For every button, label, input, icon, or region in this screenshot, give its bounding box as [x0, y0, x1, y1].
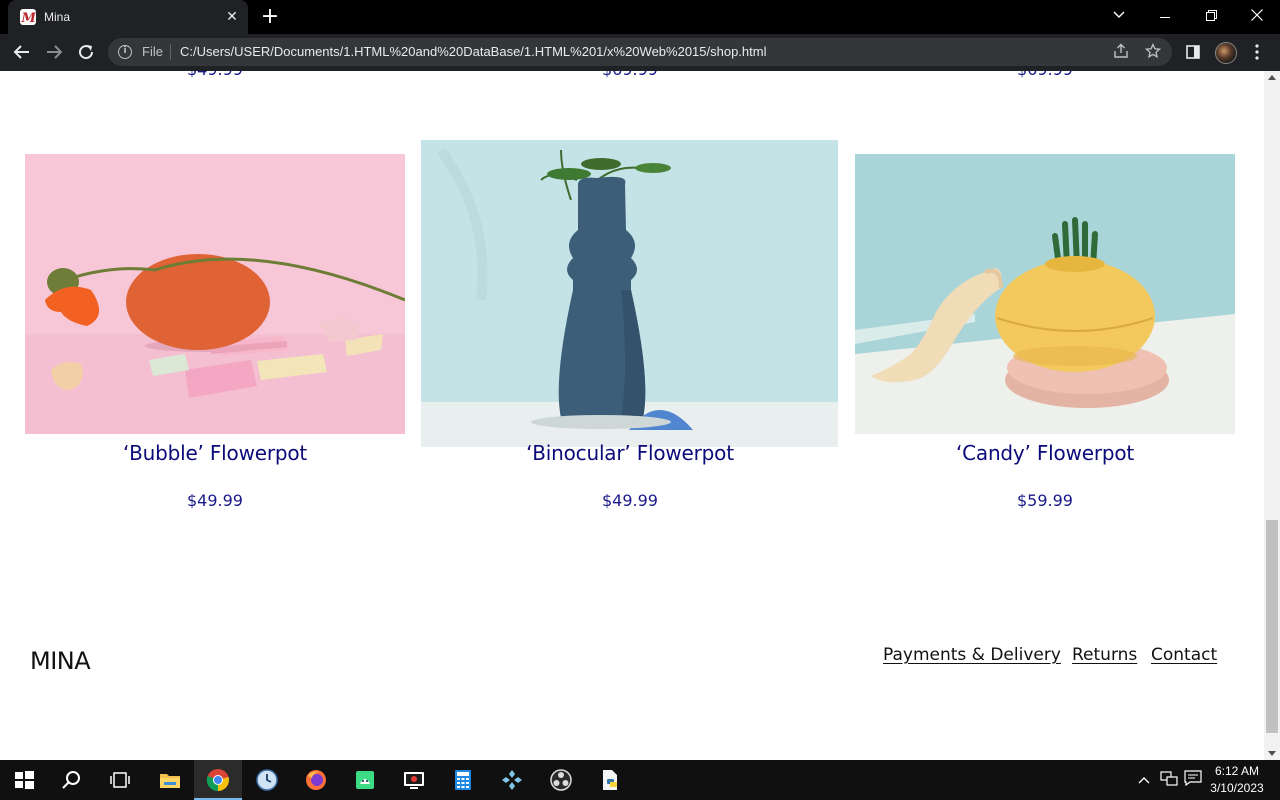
share-icon[interactable]	[1112, 43, 1130, 61]
file-explorer-icon[interactable]	[146, 760, 194, 800]
clock-date: 3/10/2023	[1210, 781, 1264, 795]
task-view-icon[interactable]	[96, 760, 144, 800]
product-price: $49.99	[187, 491, 243, 510]
game-controller-icon[interactable]	[488, 760, 536, 800]
product-name[interactable]: ‘Candy’ Flowerpot	[835, 441, 1255, 465]
svg-text:M: M	[21, 11, 37, 25]
clock-time: 6:12 AM	[1214, 764, 1260, 778]
previous-product-price: $69.99	[440, 71, 820, 79]
site-info-icon[interactable]: i	[118, 45, 132, 59]
calculator-icon[interactable]	[439, 760, 487, 800]
previous-product-price: $69.99	[855, 71, 1235, 79]
tab-search-dropdown-icon[interactable]	[1096, 0, 1142, 30]
python-file-icon[interactable]	[586, 760, 634, 800]
footer-link-payments-delivery[interactable]: Payments & Delivery	[883, 645, 1061, 665]
notification-icon[interactable]	[1184, 770, 1202, 790]
file-scheme-label: File	[142, 44, 163, 59]
tab-title: Mina	[44, 10, 71, 24]
previous-product-price: $49.99	[25, 71, 405, 79]
close-window-button[interactable]	[1234, 0, 1280, 30]
product-price: $49.99	[602, 491, 658, 510]
clock-app-icon[interactable]	[243, 760, 291, 800]
url-text[interactable]: C:/Users/USER/Documents/1.HTML%20and%20D…	[180, 44, 766, 59]
product-name[interactable]: ‘Binocular’ Flowerpot	[420, 441, 840, 465]
android-studio-icon[interactable]	[341, 760, 389, 800]
mina-favicon-icon: M	[20, 9, 36, 25]
browser-toolbar: i File C:/Users/USER/Documents/1.HTML%20…	[0, 34, 1280, 71]
reload-icon[interactable]	[74, 40, 98, 64]
chrome-icon[interactable]	[194, 760, 242, 800]
scrollbar-thumb[interactable]	[1266, 520, 1278, 733]
new-tab-button[interactable]: +	[258, 6, 282, 28]
page-scrollbar[interactable]	[1264, 71, 1280, 760]
product-name[interactable]: ‘Bubble’ Flowerpot	[5, 441, 425, 465]
obs-studio-icon[interactable]	[537, 760, 585, 800]
footer-link-returns[interactable]: Returns	[1072, 645, 1137, 665]
page-viewport: $49.99 $69.99 $69.99 ‘Bubble’ Flowerpot …	[0, 71, 1264, 760]
address-bar[interactable]: i File C:/Users/USER/Documents/1.HTML%20…	[108, 38, 1172, 66]
browser-tab[interactable]: M Mina ✕	[8, 0, 248, 34]
candy-flowerpot-image[interactable]	[855, 154, 1235, 434]
binocular-flowerpot-image[interactable]	[421, 140, 838, 447]
bookmark-star-icon[interactable]	[1144, 42, 1162, 61]
minimize-button[interactable]	[1142, 0, 1188, 30]
footer-link-contact[interactable]: Contact	[1151, 645, 1217, 665]
show-hidden-icons-icon[interactable]	[1138, 770, 1150, 788]
profile-avatar[interactable]	[1215, 42, 1237, 64]
more-menu-icon[interactable]	[1245, 40, 1269, 64]
back-arrow-icon[interactable]	[10, 40, 34, 64]
firefox-icon[interactable]	[292, 760, 340, 800]
search-icon[interactable]	[48, 760, 96, 800]
restore-button[interactable]	[1188, 0, 1234, 30]
omnibox-separator	[170, 44, 171, 60]
screen-recorder-icon[interactable]	[390, 760, 438, 800]
forward-arrow-icon[interactable]	[42, 40, 66, 64]
windows-taskbar: 6:12 AM 3/10/2023	[0, 760, 1280, 800]
scroll-up-arrow-icon[interactable]	[1268, 75, 1276, 80]
windows-start-icon[interactable]	[0, 760, 48, 800]
footer-logo[interactable]: MINA	[30, 647, 91, 675]
bubble-flowerpot-image[interactable]	[25, 154, 405, 434]
tab-close-icon[interactable]: ✕	[224, 9, 240, 25]
product-price: $59.99	[1017, 491, 1073, 510]
side-panel-icon[interactable]	[1181, 40, 1205, 64]
browser-titlebar: M Mina ✕ +	[0, 0, 1280, 34]
taskbar-clock[interactable]: 6:12 AM 3/10/2023	[1206, 763, 1268, 797]
network-icon[interactable]	[1160, 770, 1178, 790]
scroll-down-arrow-icon[interactable]	[1268, 751, 1276, 756]
